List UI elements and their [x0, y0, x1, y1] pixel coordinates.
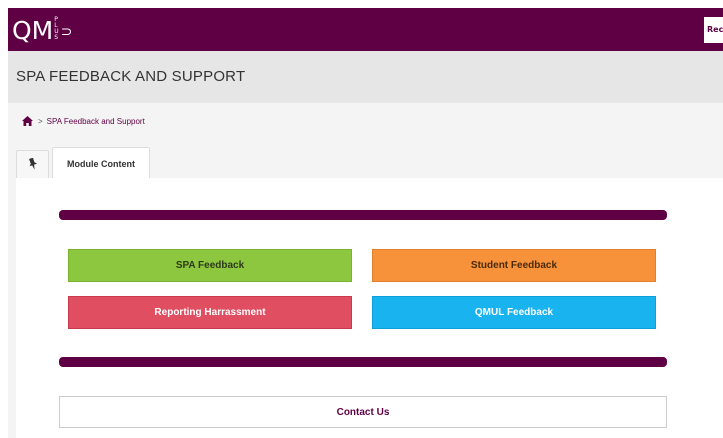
- top-navbar: QM P L U S ⊃ Rec: [8, 8, 723, 51]
- breadcrumb-bar: > SPA Feedback and Support: [8, 103, 723, 139]
- student-feedback-button[interactable]: Student Feedback: [372, 249, 656, 282]
- login-button[interactable]: Rec: [704, 17, 723, 43]
- spa-feedback-button[interactable]: SPA Feedback: [68, 249, 352, 282]
- logo-text: QM: [12, 15, 54, 45]
- page-title: SPA FEEDBACK AND SUPPORT: [16, 68, 246, 85]
- breadcrumb-current[interactable]: SPA Feedback and Support: [47, 117, 145, 126]
- logo-sub-letters: P L U S: [54, 16, 59, 41]
- contact-us-button[interactable]: Contact Us: [59, 396, 667, 428]
- tab-module-content[interactable]: Module Content: [52, 147, 150, 179]
- page-header: SPA FEEDBACK AND SUPPORT: [8, 51, 723, 103]
- section-divider-top: [59, 210, 667, 220]
- tab-pin[interactable]: [16, 150, 49, 178]
- pin-icon: [28, 155, 38, 174]
- qmplus-logo[interactable]: QM P L U S ⊃: [12, 13, 72, 47]
- breadcrumb: > SPA Feedback and Support: [22, 116, 145, 126]
- home-icon[interactable]: [22, 116, 33, 126]
- reporting-harassment-button[interactable]: Reporting Harrassment: [68, 296, 352, 329]
- section-divider-bottom: [59, 357, 667, 367]
- qmul-feedback-button[interactable]: QMUL Feedback: [372, 296, 656, 329]
- logo-arrow-icon: ⊃: [60, 24, 73, 40]
- breadcrumb-separator: >: [38, 116, 43, 126]
